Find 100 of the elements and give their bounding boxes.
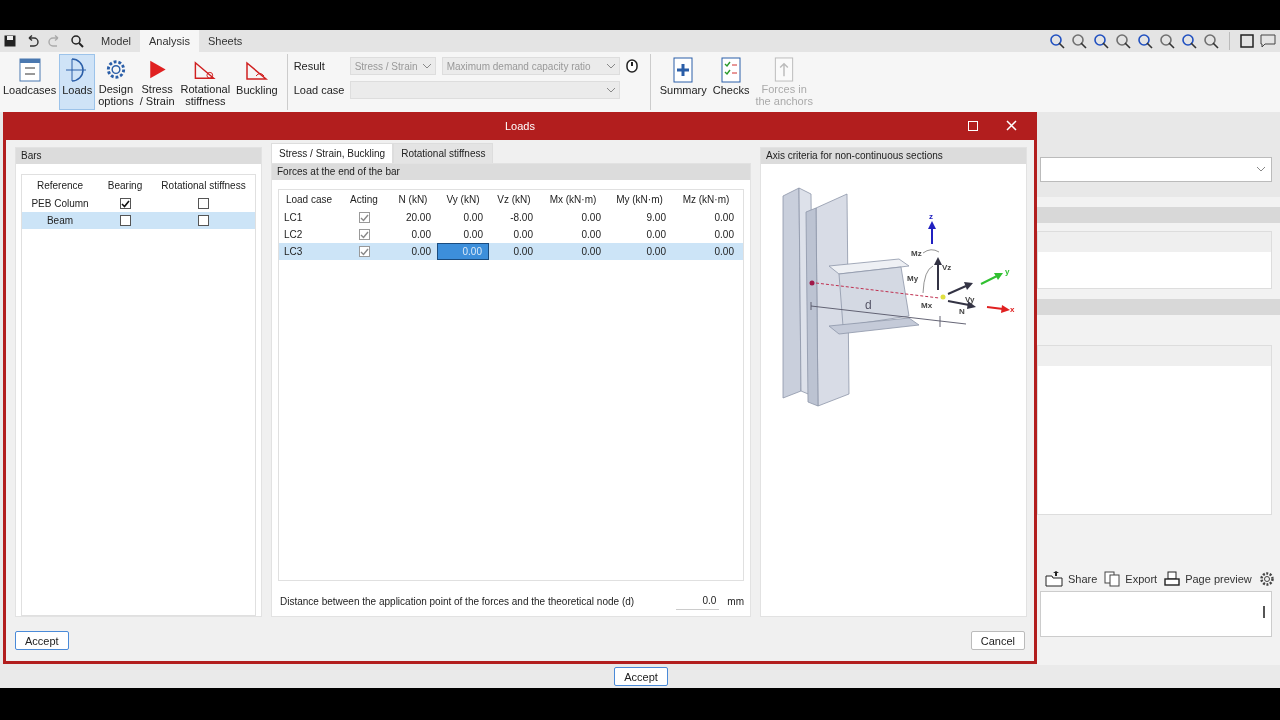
folder-icon[interactable] [1045,571,1063,587]
table-cell[interactable]: 0.00 [672,209,740,226]
load-case-label: Load case [293,84,344,96]
dialog-tab[interactable]: Rotational stiffness [393,143,494,163]
table-cell[interactable]: 0.00 [489,226,539,243]
search-icon[interactable] [71,34,84,48]
table-cell[interactable]: 0.00 [607,243,672,260]
force-arrow [947,282,973,295]
origin-point [940,294,946,300]
checkbox[interactable] [198,215,209,226]
sheet-tool-link[interactable]: Export [1125,573,1158,585]
view-tool-icon[interactable] [1115,33,1131,49]
maximize-icon[interactable] [968,121,978,131]
table-cell[interactable]: 0.00 [437,209,489,226]
chevron-icon [606,63,615,69]
table-cell[interactable]: LC2 [279,226,339,243]
sheet-tool-link[interactable]: Page preview [1185,573,1252,585]
close-icon[interactable] [1006,120,1017,131]
column-header: N (kN) [397,193,429,207]
ribbon-tool-button[interactable]: Loadcases [0,54,60,110]
axis-label: My [907,274,919,283]
save-icon[interactable] [4,35,16,47]
sheet-tool-link[interactable]: Share [1068,573,1098,585]
axis-label: Mz [911,249,922,258]
settings-icon[interactable] [1258,571,1275,587]
loadcases-icon [16,57,43,83]
dialog-tab[interactable]: Stress / Strain, Buckling [271,143,394,163]
table-cell-text: PEB Column [30,198,90,209]
axis-label: Vy [965,295,975,304]
checkbox[interactable] [119,215,131,226]
unit-label: mm [727,596,744,607]
table-cell[interactable]: LC3 [279,243,339,260]
column-header: Vz (kN) [496,193,532,207]
column-header: Bearing [106,179,144,191]
report-button[interactable]: Summary [656,54,710,110]
table-cell[interactable]: 0.00 [489,243,539,260]
view-tool-icon[interactable] [1093,33,1109,49]
moment-arc [922,249,940,254]
table-cell[interactable]: 0.00 [672,226,740,243]
load-row[interactable]: LC3 0.00 0.00 0.00 0.00 0.00 0.00 [279,243,743,260]
x-axis-arrow [986,305,1010,313]
ribbon-tool-button[interactable]: Buckling [233,54,281,110]
table-cell[interactable]: LC1 [279,209,339,226]
ribbon-tool-button[interactable]: Loads [59,54,96,110]
cancel-button[interactable]: Cancel [970,631,1025,650]
view-tool-icon[interactable] [1071,33,1087,49]
distance-field[interactable]: 0.0 [676,593,720,610]
ribbon-tool-button[interactable]: Stress / Strain [136,54,178,110]
checkbox[interactable] [198,198,209,209]
table-cell[interactable]: 20.00 [389,209,437,226]
column-header: Acting [349,193,379,207]
menu-tab[interactable]: Analysis [139,30,199,52]
axis-label: Mx [921,301,933,310]
view-tool-icon[interactable] [1203,33,1219,49]
view-tool-icon[interactable] [1181,33,1197,49]
column-header: Reference [35,179,85,191]
distance-label: Distance between the application point of the forces and the theoretical node (d) [280,596,635,607]
table-cell[interactable]: 0.00 [672,243,740,260]
table-cell[interactable]: 0.00 [539,209,607,226]
column-header: Vy (kN) [445,193,481,207]
table-cell[interactable]: 9.00 [607,209,672,226]
axis-label: N [959,307,965,316]
view-tool-icon[interactable] [1159,33,1175,49]
column-header: Rotational stiffness [160,179,247,191]
menu-tab[interactable]: Model [92,30,140,52]
table-cell[interactable]: 0.00 [437,226,489,243]
view-tool-icon[interactable] [1137,33,1153,49]
ribbon-tool-button[interactable]: Design options [95,54,137,110]
view-tool-icon[interactable] [1049,33,1065,49]
load-row[interactable]: LC2 0.00 0.00 0.00 0.00 0.00 0.00 [279,226,743,243]
comment-icon[interactable] [1260,34,1276,48]
copy-document-icon[interactable] [1104,571,1121,587]
result-label: Result [293,60,326,72]
y-axis-arrow [980,273,1003,285]
bar-row[interactable]: Beam [22,212,255,229]
table-cell[interactable]: 0.00 [539,226,607,243]
column-header: Load case [284,193,334,207]
panel-header: Forces at the end of the bar [272,164,750,180]
table-cell-text: Beam [45,215,75,226]
printer-icon[interactable] [1164,571,1181,587]
table-cell[interactable]: 0.00 [389,226,437,243]
accept-button[interactable]: Accept [15,631,69,650]
force-arrow [934,257,942,291]
ribbon-tool-button[interactable]: Rotational stiffness [177,54,234,110]
mouse-icon[interactable] [625,59,638,73]
chevron-icon [422,63,431,69]
checkbox[interactable] [119,198,131,209]
bar-row[interactable]: PEB Column [22,195,255,212]
load-row[interactable]: LC1 20.00 0.00 -8.00 0.00 9.00 0.00 [279,209,743,226]
table-cell[interactable]: 0.00 [607,226,672,243]
axis-label: Vz [942,263,952,272]
table-cell[interactable]: 0.00 [539,243,607,260]
table-cell[interactable]: 0.00 [389,243,437,260]
report-button[interactable]: Checks [709,54,753,110]
axis-label: d [865,298,872,312]
accept-button[interactable]: Accept [614,667,668,686]
chevron-icon [606,87,615,93]
menu-tab[interactable]: Sheets [198,30,252,52]
window-icon[interactable] [1240,34,1254,48]
table-cell[interactable]: -8.00 [489,209,539,226]
